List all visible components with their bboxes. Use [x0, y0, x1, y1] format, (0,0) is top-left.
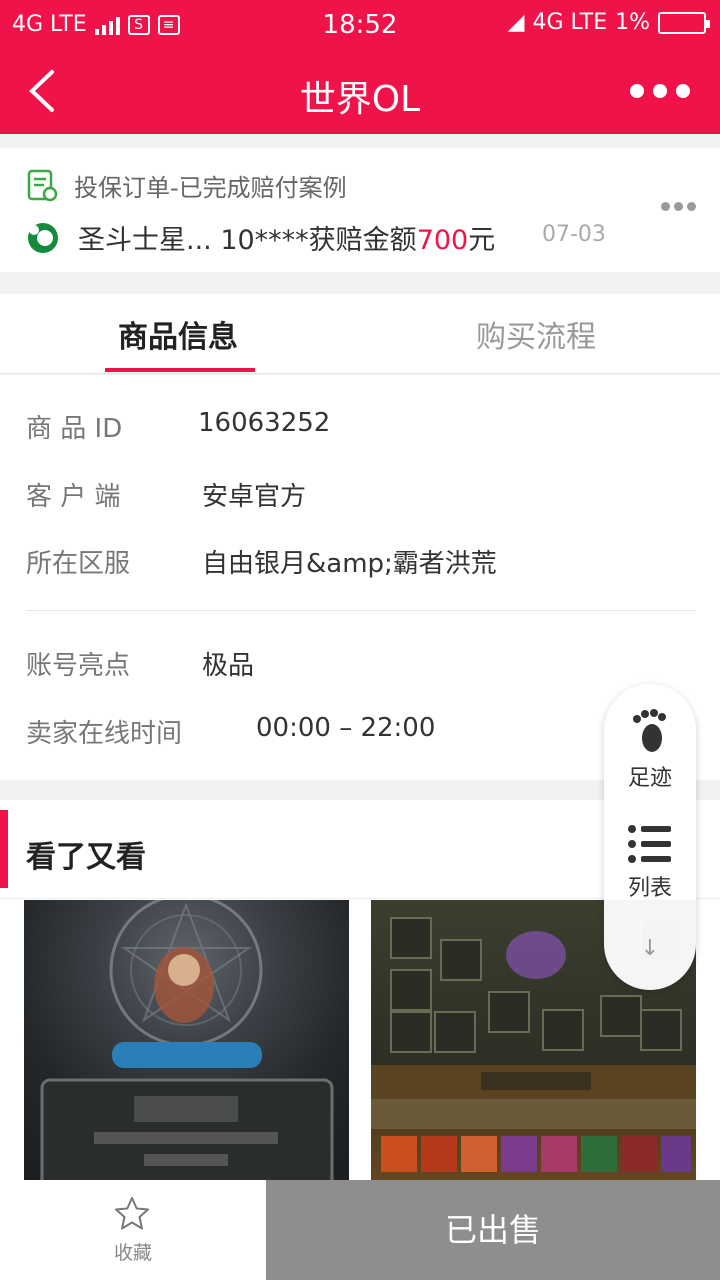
- floating-quick-panel: 足迹 列表 ↓: [604, 684, 696, 990]
- online-time-value: 00:00 – 22:00: [256, 713, 436, 743]
- server-value: 自由银月&amp;霸者洪荒: [202, 549, 497, 579]
- info-divider: [26, 610, 696, 611]
- section-title: 看了又看: [26, 840, 146, 875]
- nav-bar: 世界OL: [0, 50, 720, 134]
- highlight-value: 极品: [202, 651, 255, 681]
- more-button[interactable]: [630, 84, 690, 98]
- battery-percent: 1%: [615, 10, 650, 35]
- server-label: 所在区服: [26, 549, 131, 579]
- more-dot-icon: [630, 84, 644, 98]
- notice-more-icon[interactable]: [661, 202, 696, 211]
- mute-icon: ◢: [507, 10, 525, 35]
- list-button[interactable]: 列表: [604, 824, 696, 902]
- footprint-button[interactable]: 足迹: [604, 708, 696, 792]
- status-bar: 4G LTE S ≡ 18:52 ◢ 4G LTE 1%: [0, 0, 720, 50]
- page-title: 世界OL: [299, 79, 421, 120]
- back-arrow-icon: [29, 70, 54, 112]
- insurance-doc-icon: [27, 169, 58, 201]
- notice-header: 投保订单-已完成赔付案例: [26, 168, 347, 203]
- client-label: 客 户 端: [26, 482, 121, 512]
- game-screenshot-image: [40, 900, 334, 1200]
- favorite-label: 收藏: [113, 1242, 152, 1264]
- client-value: 安卓官方: [202, 482, 307, 512]
- product-id-value: 16063252: [198, 408, 331, 438]
- section-accent-bar: [0, 810, 8, 888]
- notice-title: 投保订单-已完成赔付案例: [74, 174, 347, 202]
- sold-button[interactable]: 已出售: [266, 1180, 720, 1280]
- tab-purchase-flow[interactable]: 购买流程: [476, 312, 596, 356]
- network-label-right: 4G LTE: [532, 10, 608, 35]
- bottom-action-bar: 收藏 已出售: [0, 1180, 720, 1280]
- footprint-icon: [633, 709, 666, 752]
- more-dot-icon: [653, 84, 667, 98]
- status-right: ◢ 4G LTE 1%: [507, 10, 710, 35]
- footprint-label: 足迹: [627, 766, 672, 791]
- product-id-label: 商 品 ID: [26, 414, 123, 444]
- claim-amount: 700: [416, 225, 469, 256]
- more-dot-icon: [676, 84, 690, 98]
- online-time-label: 卖家在线时间: [26, 719, 183, 749]
- insurance-notice[interactable]: 投保订单-已完成赔付案例 圣斗士星... 10****获赔金额700元 07-0…: [0, 148, 720, 272]
- favorite-button[interactable]: 收藏: [0, 1180, 266, 1280]
- notice-case-text: 圣斗士星... 10****获赔金额700元: [78, 225, 496, 256]
- insurer-logo-icon: [28, 222, 58, 253]
- tab-bar: 商品信息 购买流程: [0, 294, 720, 374]
- notice-case: 圣斗士星... 10****获赔金额700元: [26, 218, 495, 257]
- highlight-label: 账号亮点: [26, 651, 131, 681]
- star-icon: [115, 1197, 149, 1230]
- notice-date: 07-03: [542, 222, 606, 247]
- active-tab-indicator: [105, 368, 255, 372]
- recommend-item-image[interactable]: [24, 900, 349, 1200]
- list-icon: [628, 825, 671, 863]
- battery-icon: [658, 11, 710, 34]
- tab-product-info[interactable]: 商品信息: [118, 312, 238, 356]
- scroll-down-icon[interactable]: ↓: [604, 936, 696, 961]
- back-button[interactable]: [24, 66, 74, 116]
- list-label: 列表: [627, 876, 672, 901]
